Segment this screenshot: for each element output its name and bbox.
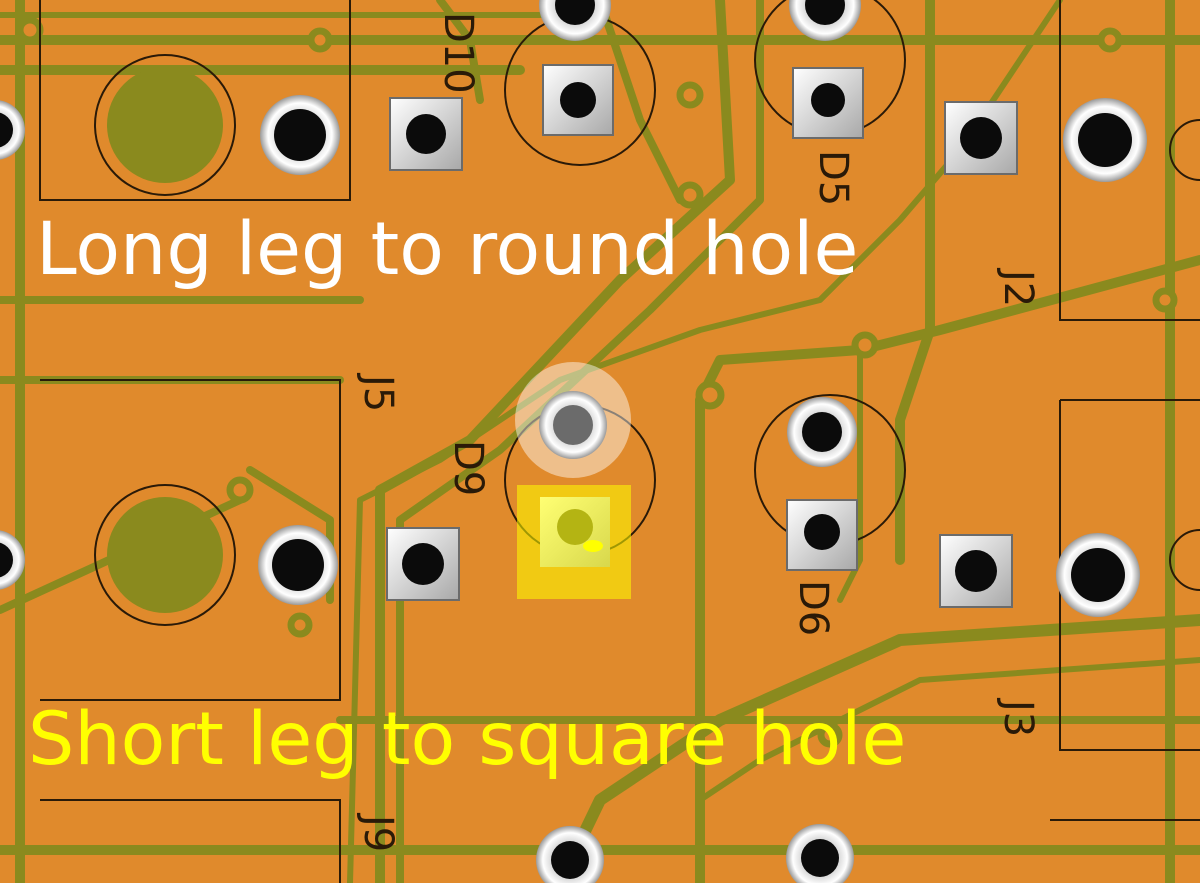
square-pad — [786, 499, 858, 571]
round-hole — [1056, 533, 1140, 617]
square-pad — [386, 527, 460, 601]
label-j3: J3 — [995, 697, 1041, 737]
round-hole — [1063, 98, 1147, 182]
round-hole — [258, 525, 338, 605]
label-j5: J5 — [355, 372, 401, 412]
square-pad — [542, 64, 614, 136]
pcb-photo: D10 D5 D9 D6 J2 J3 J5 J9 Long leg to rou… — [0, 0, 1200, 883]
highlighted-round-hole — [515, 362, 631, 478]
caption-short-leg: Short leg to square hole — [28, 697, 907, 782]
label-d10: D10 — [435, 12, 481, 94]
square-pad — [389, 97, 463, 171]
round-hole — [260, 95, 340, 175]
round-hole — [787, 397, 857, 467]
label-j9: J9 — [355, 812, 401, 852]
square-hole-highlight-overlay — [517, 485, 631, 599]
label-d6: D6 — [790, 580, 836, 636]
highlighted-square-hole — [517, 485, 631, 599]
label-j2: J2 — [995, 267, 1041, 307]
caption-long-leg: Long leg to round hole — [36, 207, 859, 292]
square-pad — [939, 534, 1013, 608]
marker-dot — [583, 540, 603, 552]
label-d5: D5 — [810, 150, 856, 206]
label-d9: D9 — [445, 440, 491, 496]
square-pad — [944, 101, 1018, 175]
square-pad — [792, 67, 864, 139]
